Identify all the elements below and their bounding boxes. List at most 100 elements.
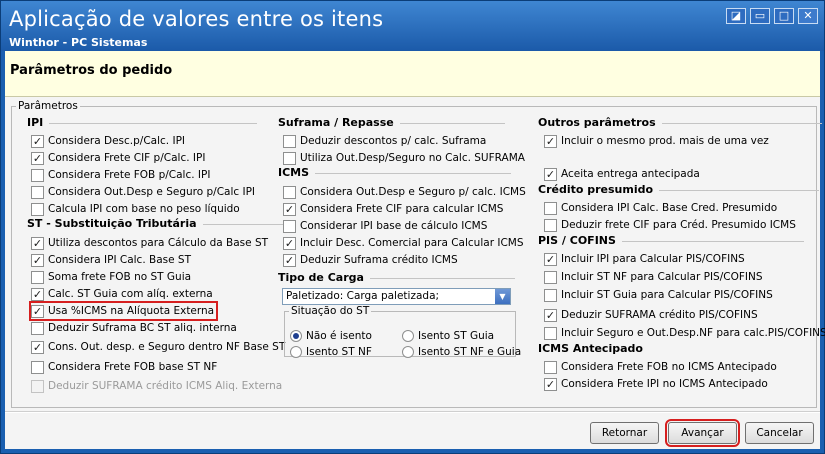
- checkbox-icms-frete-cif[interactable]: ✓ Considera Frete CIF para calcular ICMS: [283, 201, 503, 217]
- window-controls: ◪ ▭ □ ✕: [726, 8, 818, 24]
- checkbox-ipi-frete-cif[interactable]: ✓ Considera Frete CIF p/Calc. IPI: [31, 150, 205, 166]
- checkbox-st-suframa-bc[interactable]: Deduzir Suframa BC ST aliq. interna: [31, 320, 237, 336]
- checkbox-box[interactable]: ✓: [31, 253, 44, 267]
- dialog-window: Aplicação de valores entre os itens Wint…: [0, 0, 825, 454]
- checkbox-box[interactable]: [544, 326, 557, 340]
- checkbox-box[interactable]: [283, 185, 296, 199]
- tipo-carga-value: Paletizado: Carga paletizada;: [286, 290, 440, 302]
- main-panel: Parâmetros IPI ✓ Considera Desc.p/Calc. I…: [5, 97, 825, 412]
- section-credito: Crédito presumido: [538, 183, 820, 196]
- checkbox-box[interactable]: ✓: [31, 304, 44, 318]
- checkbox-box[interactable]: [31, 185, 44, 199]
- checkbox-box[interactable]: ✓: [31, 236, 44, 250]
- checkbox-pis-ipi[interactable]: ✓ Incluir IPI para Calcular PIS/COFINS: [544, 251, 745, 267]
- cancelar-button[interactable]: Cancelar: [745, 422, 814, 444]
- checkbox-box[interactable]: ✓: [31, 340, 44, 354]
- tipo-carga-select[interactable]: Paletizado: Carga paletizada; ▼: [282, 288, 511, 305]
- checkbox-box[interactable]: ✓: [544, 167, 557, 181]
- avancar-button[interactable]: Avançar: [665, 419, 740, 447]
- checkbox-st-frete-fob-guia[interactable]: Soma frete FOB no ST Guia: [31, 269, 191, 285]
- checkbox-pis-suframa[interactable]: ✓ Deduzir SUFRAMA crédito PIS/COFINS: [544, 307, 758, 323]
- checkbox-st-suframa-credito: Deduzir SUFRAMA crédito ICMS Aliq. Exter…: [31, 378, 282, 394]
- radio-dot[interactable]: [402, 345, 414, 358]
- restore-icon[interactable]: ◪: [726, 8, 746, 24]
- checkbox-antecipado-frete-fob[interactable]: Considera Frete FOB no ICMS Antecipado: [544, 359, 777, 375]
- checkbox-pis-st-guia[interactable]: Incluir ST Guia para Calcular PIS/COFINS: [544, 287, 773, 303]
- checkbox-st-icms-aliquota-externa[interactable]: ✓ Usa %ICMS na Alíquota Externa: [28, 301, 219, 321]
- footer-bar: Retornar Avançar Cancelar: [5, 413, 820, 449]
- checkbox-box[interactable]: [544, 270, 557, 284]
- checkbox-credito-frete-cif[interactable]: Deduzir frete CIF para Créd. Presumido I…: [544, 217, 796, 233]
- checkbox-box[interactable]: [31, 321, 44, 335]
- checkbox-st-descontos[interactable]: ✓ Utiliza descontos para Cálculo da Base …: [31, 235, 268, 251]
- checkbox-box[interactable]: ✓: [283, 253, 296, 267]
- radio-isento-st-nf[interactable]: Isento ST NF: [290, 344, 372, 359]
- radio-dot[interactable]: [290, 329, 302, 342]
- checkbox-icms-desc-comercial[interactable]: ✓ Incluir Desc. Comercial para Calcular I…: [283, 235, 524, 251]
- checkbox-box[interactable]: ✓: [31, 151, 44, 165]
- radio-dot[interactable]: [290, 345, 302, 358]
- checkbox-box[interactable]: [31, 360, 44, 374]
- section-icms: ICMS: [278, 166, 512, 179]
- params-legend: Parâmetros: [16, 100, 80, 112]
- section-ipi: IPI: [27, 116, 258, 129]
- checkbox-st-guia-aliq-externa[interactable]: ✓ Calc. ST Guia com alíq. externa: [31, 286, 213, 302]
- checkbox-box[interactable]: ✓: [544, 377, 557, 391]
- checkbox-box[interactable]: ✓: [31, 134, 44, 148]
- chevron-down-icon[interactable]: ▼: [495, 289, 510, 304]
- checkbox-box[interactable]: ✓: [544, 134, 557, 148]
- checkbox-mesmo-prod[interactable]: ✓ Incluir o mesmo prod. mais de uma vez: [544, 133, 769, 149]
- checkbox-box[interactable]: ✓: [544, 308, 557, 322]
- checkbox-pis-seguro[interactable]: Incluir Seguro e Out.Desp.NF para calc.P…: [544, 325, 825, 341]
- minimize-icon[interactable]: ▭: [750, 8, 770, 24]
- section-icms-antecipado: ICMS Antecipado: [538, 342, 643, 355]
- window-title: Aplicação de valores entre os itens: [9, 7, 384, 31]
- checkbox-suframa-descontos[interactable]: Deduzir descontos p/ calc. Suframa: [283, 133, 486, 149]
- checkbox-box[interactable]: [31, 168, 44, 182]
- checkbox-ipi-peso-liquido[interactable]: Calcula IPI com base no peso líquido: [31, 201, 240, 217]
- checkbox-icms-suframa[interactable]: ✓ Deduzir Suframa crédito ICMS: [283, 252, 458, 268]
- checkbox-suframa-out-desp[interactable]: Utiliza Out.Desp/Seguro no Calc. SUFRAMA: [283, 150, 525, 166]
- radio-isento-st-guia[interactable]: Isento ST Guia: [402, 328, 494, 343]
- client-area: Parâmetros do pedido Parâmetros IPI ✓ Con…: [5, 51, 825, 449]
- situacao-st-legend: Situação do ST: [289, 305, 372, 317]
- section-st: ST - Substituição Tributária: [27, 217, 283, 230]
- retornar-button[interactable]: Retornar: [590, 422, 659, 444]
- close-icon[interactable]: ✕: [798, 8, 818, 24]
- checkbox-box[interactable]: [283, 134, 296, 148]
- checkbox-box[interactable]: [31, 270, 44, 284]
- checkbox-box[interactable]: [31, 202, 44, 216]
- checkbox-ipi-out-desp[interactable]: Considera Out.Desp e Seguro p/Calc IPI: [31, 184, 255, 200]
- checkbox-entrega-antecipada[interactable]: ✓ Aceita entrega antecipada: [544, 166, 700, 182]
- checkbox-pis-st-nf[interactable]: Incluir ST NF para Calcular PIS/COFINS: [544, 269, 763, 285]
- header-title: Parâmetros do pedido: [10, 63, 173, 78]
- checkbox-st-out-desp-nf[interactable]: ✓ Cons. Out. desp. e Seguro dentro NF Bas…: [31, 339, 285, 355]
- checkbox-box[interactable]: ✓: [544, 252, 557, 266]
- checkbox-box[interactable]: ✓: [283, 236, 296, 250]
- checkbox-antecipado-frete-ipi[interactable]: ✓ Considera Frete IPI no ICMS Antecipado: [544, 376, 768, 392]
- checkbox-box[interactable]: ✓: [283, 202, 296, 216]
- checkbox-box[interactable]: [283, 219, 296, 233]
- checkbox-st-ipi[interactable]: ✓ Considera IPI Calc. Base ST: [31, 252, 191, 268]
- checkbox-credito-ipi[interactable]: Considera IPI Calc. Base Cred. Presumido: [544, 200, 777, 216]
- checkbox-box[interactable]: [544, 218, 557, 232]
- checkbox-box[interactable]: [283, 151, 296, 165]
- checkbox-box[interactable]: [544, 360, 557, 374]
- radio-isento-st-nf-guia[interactable]: Isento ST NF e Guia: [402, 344, 521, 359]
- checkbox-box[interactable]: [544, 288, 557, 302]
- section-pis-cofins: PIS / COFINS: [538, 234, 804, 247]
- header-panel: Parâmetros do pedido: [5, 51, 820, 97]
- section-suframa: Suframa / Repasse: [278, 116, 505, 129]
- checkbox-icms-out-desp[interactable]: Considera Out.Desp e Seguro p/ calc. ICM…: [283, 184, 526, 200]
- checkbox-icms-ipi-base[interactable]: Considerar IPI base de cálculo ICMS: [283, 218, 487, 234]
- radio-dot[interactable]: [402, 329, 414, 342]
- radio-nao-isento[interactable]: Não é isento: [290, 328, 372, 343]
- checkbox-ipi-frete-fob[interactable]: Considera Frete FOB p/Calc. IPI: [31, 167, 210, 183]
- window-subtitle: Winthor - PC Sistemas: [9, 36, 148, 49]
- checkbox-box[interactable]: [544, 201, 557, 215]
- checkbox-box[interactable]: ✓: [31, 287, 44, 301]
- checkbox-st-frete-fob-nf[interactable]: Considera Frete FOB base ST NF: [31, 359, 217, 375]
- maximize-icon[interactable]: □: [774, 8, 794, 24]
- title-bar: Aplicação de valores entre os itens Wint…: [1, 1, 824, 51]
- checkbox-ipi-desc[interactable]: ✓ Considera Desc.p/Calc. IPI: [31, 133, 185, 149]
